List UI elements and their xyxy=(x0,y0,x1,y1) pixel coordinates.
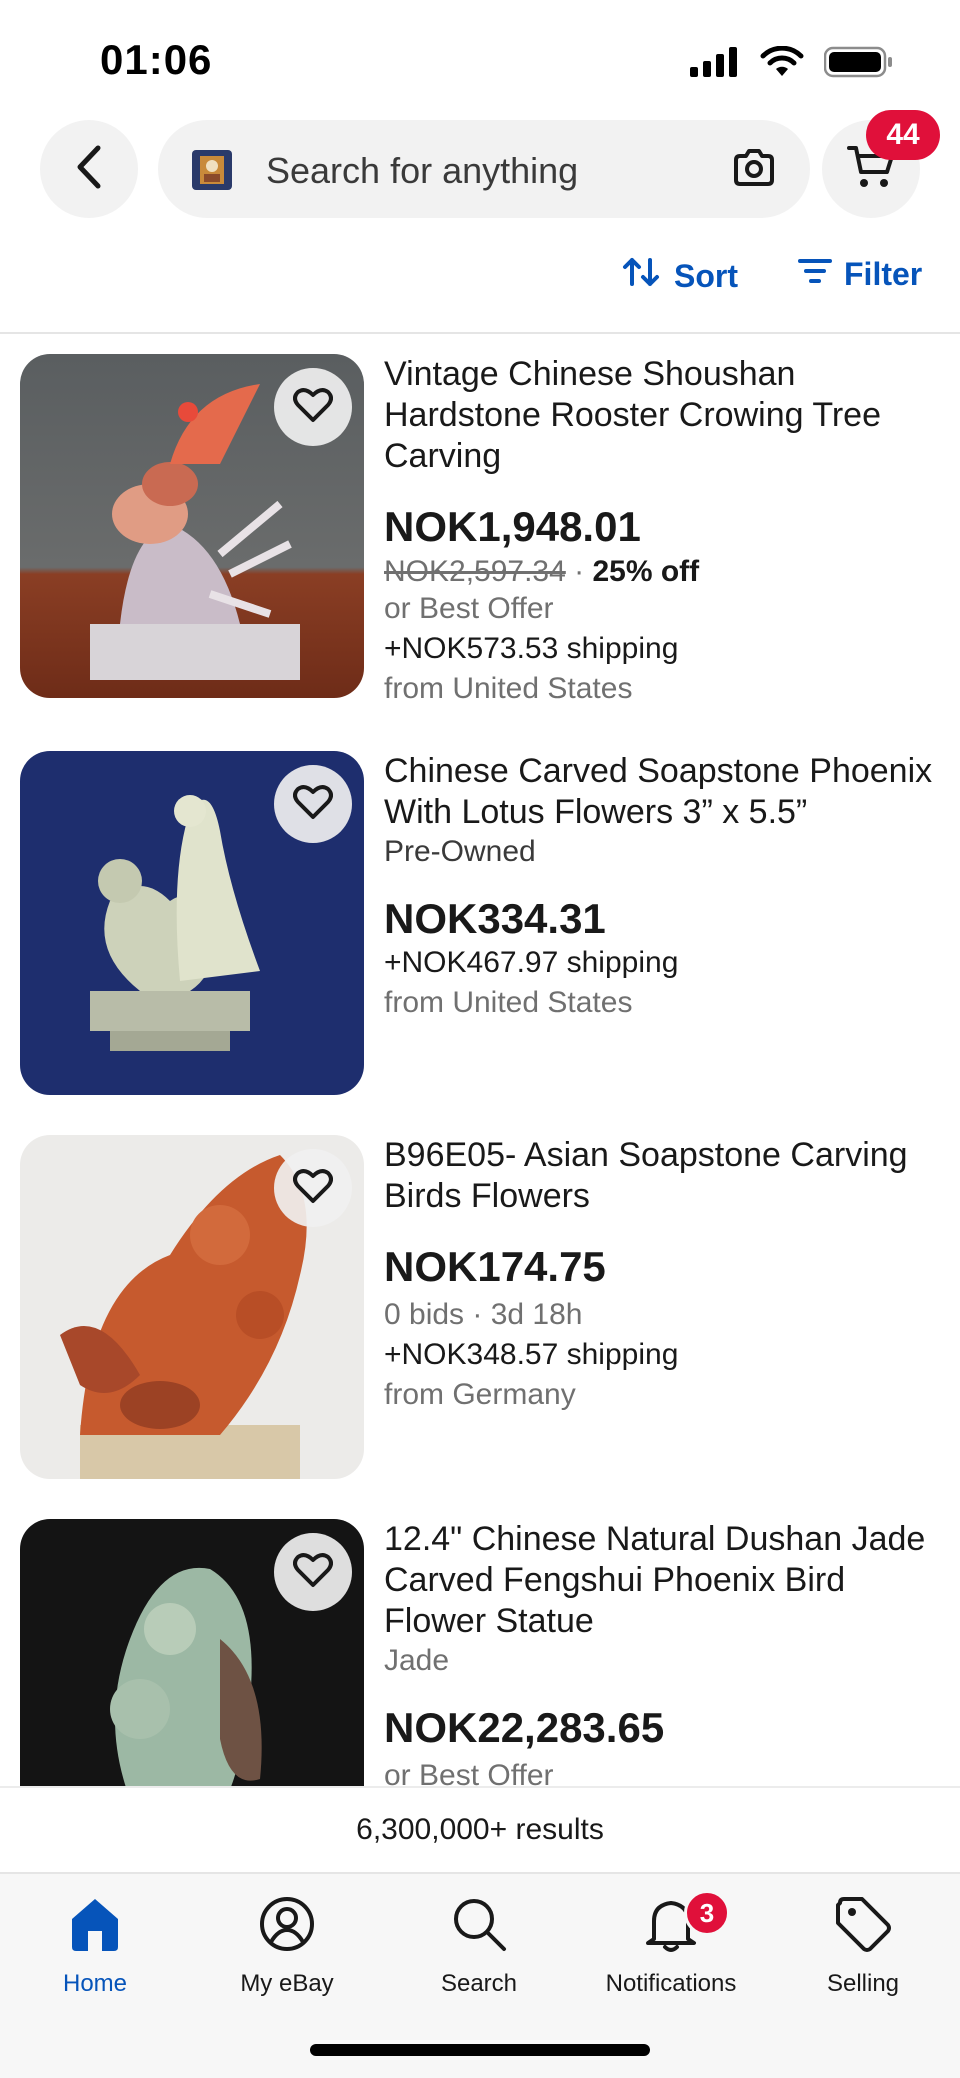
listing-location: from United States xyxy=(384,986,633,1019)
nav-my-ebay-label: My eBay xyxy=(240,1970,334,1997)
nav-search[interactable]: Search xyxy=(384,1892,574,1998)
listing-title[interactable]: 12.4" Chinese Natural Dushan Jade Carved… xyxy=(384,1519,944,1642)
wifi-icon xyxy=(760,45,804,83)
filter-button[interactable]: Filter xyxy=(798,256,922,293)
listing-price: NOK334.31 xyxy=(384,895,606,942)
watch-heart-button[interactable] xyxy=(274,1533,352,1611)
watch-heart-button[interactable] xyxy=(274,368,352,446)
heart-icon xyxy=(293,1168,333,1209)
nav-selling-label: Selling xyxy=(826,1970,900,1997)
listing-image[interactable] xyxy=(20,751,364,1095)
listing-bids: 0 bids · 3d 18h xyxy=(384,1298,583,1331)
listing-discount: 25% off xyxy=(592,555,700,588)
sort-button[interactable]: Sort xyxy=(622,256,738,296)
listing-price: NOK174.75 xyxy=(384,1243,606,1290)
listing-shipping: +NOK348.57 shipping xyxy=(384,1338,679,1371)
cellular-signal-icon xyxy=(690,47,740,82)
nav-selling[interactable]: Selling xyxy=(768,1892,958,1998)
battery-icon xyxy=(823,46,894,83)
search-results-list[interactable]: Vintage Chinese Shoushan Hardstone Roost… xyxy=(0,334,960,1786)
search-input[interactable]: Search for anything xyxy=(266,150,578,192)
listing-info[interactable]: Vintage Chinese Shoushan Hardstone Roost… xyxy=(384,354,944,709)
listing-original-price: NOK2,597.34 xyxy=(384,555,566,588)
search-image-thumbnail xyxy=(192,150,232,190)
watch-heart-button[interactable] xyxy=(274,1149,352,1227)
search-icon xyxy=(447,1892,511,1956)
chevron-left-icon xyxy=(74,144,104,195)
listing-location: from United States xyxy=(384,672,633,705)
listing-info[interactable]: Chinese Carved Soapstone Phoenix With Lo… xyxy=(384,751,944,1023)
nav-search-label: Search xyxy=(440,1970,518,1997)
camera-icon[interactable] xyxy=(732,148,776,188)
home-indicator[interactable] xyxy=(310,2044,650,2056)
filter-label: Filter xyxy=(844,256,923,292)
listing-offer: or Best Offer xyxy=(384,592,554,625)
back-button[interactable] xyxy=(40,120,138,218)
listing-title[interactable]: Vintage Chinese Shoushan Hardstone Roost… xyxy=(384,354,944,477)
user-circle-icon xyxy=(255,1892,319,1956)
search-bar[interactable]: Search for anything xyxy=(158,120,810,218)
listing-info[interactable]: 12.4" Chinese Natural Dushan Jade Carved… xyxy=(384,1519,944,1786)
listing-location: from Germany xyxy=(384,1378,576,1411)
nav-home-label: Home xyxy=(62,1970,128,1997)
cart-count-badge: 44 xyxy=(866,110,940,160)
nav-home[interactable]: Home xyxy=(0,1892,190,1998)
tag-icon xyxy=(831,1892,895,1956)
listing-condition: Jade xyxy=(384,1644,450,1677)
listing-offer: or Best Offer xyxy=(384,1759,554,1786)
notifications-badge: 3 xyxy=(684,1890,730,1936)
heart-icon xyxy=(293,387,333,428)
listing-image[interactable] xyxy=(20,1135,364,1479)
heart-icon xyxy=(293,1552,333,1593)
listing-shipping: +NOK573.53 shipping xyxy=(384,632,679,665)
listing-shipping: +NOK467.97 shipping xyxy=(384,946,679,979)
nav-notifications-label: Notifications xyxy=(605,1970,737,1997)
sort-icon xyxy=(622,256,662,296)
status-bar: 01:06 xyxy=(0,0,960,120)
listing-image[interactable] xyxy=(20,1519,364,1786)
listing-price: NOK1,948.01 xyxy=(384,503,641,550)
listing-price: NOK22,283.65 xyxy=(384,1704,665,1751)
heart-icon xyxy=(293,784,333,825)
home-icon xyxy=(63,1892,127,1956)
listing-info[interactable]: B96E05- Asian Soapstone Carving Birds Fl… xyxy=(384,1135,944,1415)
listing-image[interactable] xyxy=(20,354,364,698)
filter-icon xyxy=(798,256,832,293)
listing-original-price-line: NOK2,597.34 · 25% off xyxy=(384,555,700,588)
nav-my-ebay[interactable]: My eBay xyxy=(192,1892,382,1998)
status-time: 01:06 xyxy=(100,36,213,83)
listing-title[interactable]: Chinese Carved Soapstone Phoenix With Lo… xyxy=(384,751,944,833)
nav-notifications[interactable]: 3 Notifications xyxy=(576,1890,766,1998)
status-icons xyxy=(690,45,894,83)
watch-heart-button[interactable] xyxy=(274,765,352,843)
sort-label: Sort xyxy=(674,257,738,294)
results-count: 6,300,000+ results xyxy=(0,1786,960,1872)
listing-title[interactable]: B96E05- Asian Soapstone Carving Birds Fl… xyxy=(384,1135,944,1217)
listing-condition: Pre-Owned xyxy=(384,835,536,868)
